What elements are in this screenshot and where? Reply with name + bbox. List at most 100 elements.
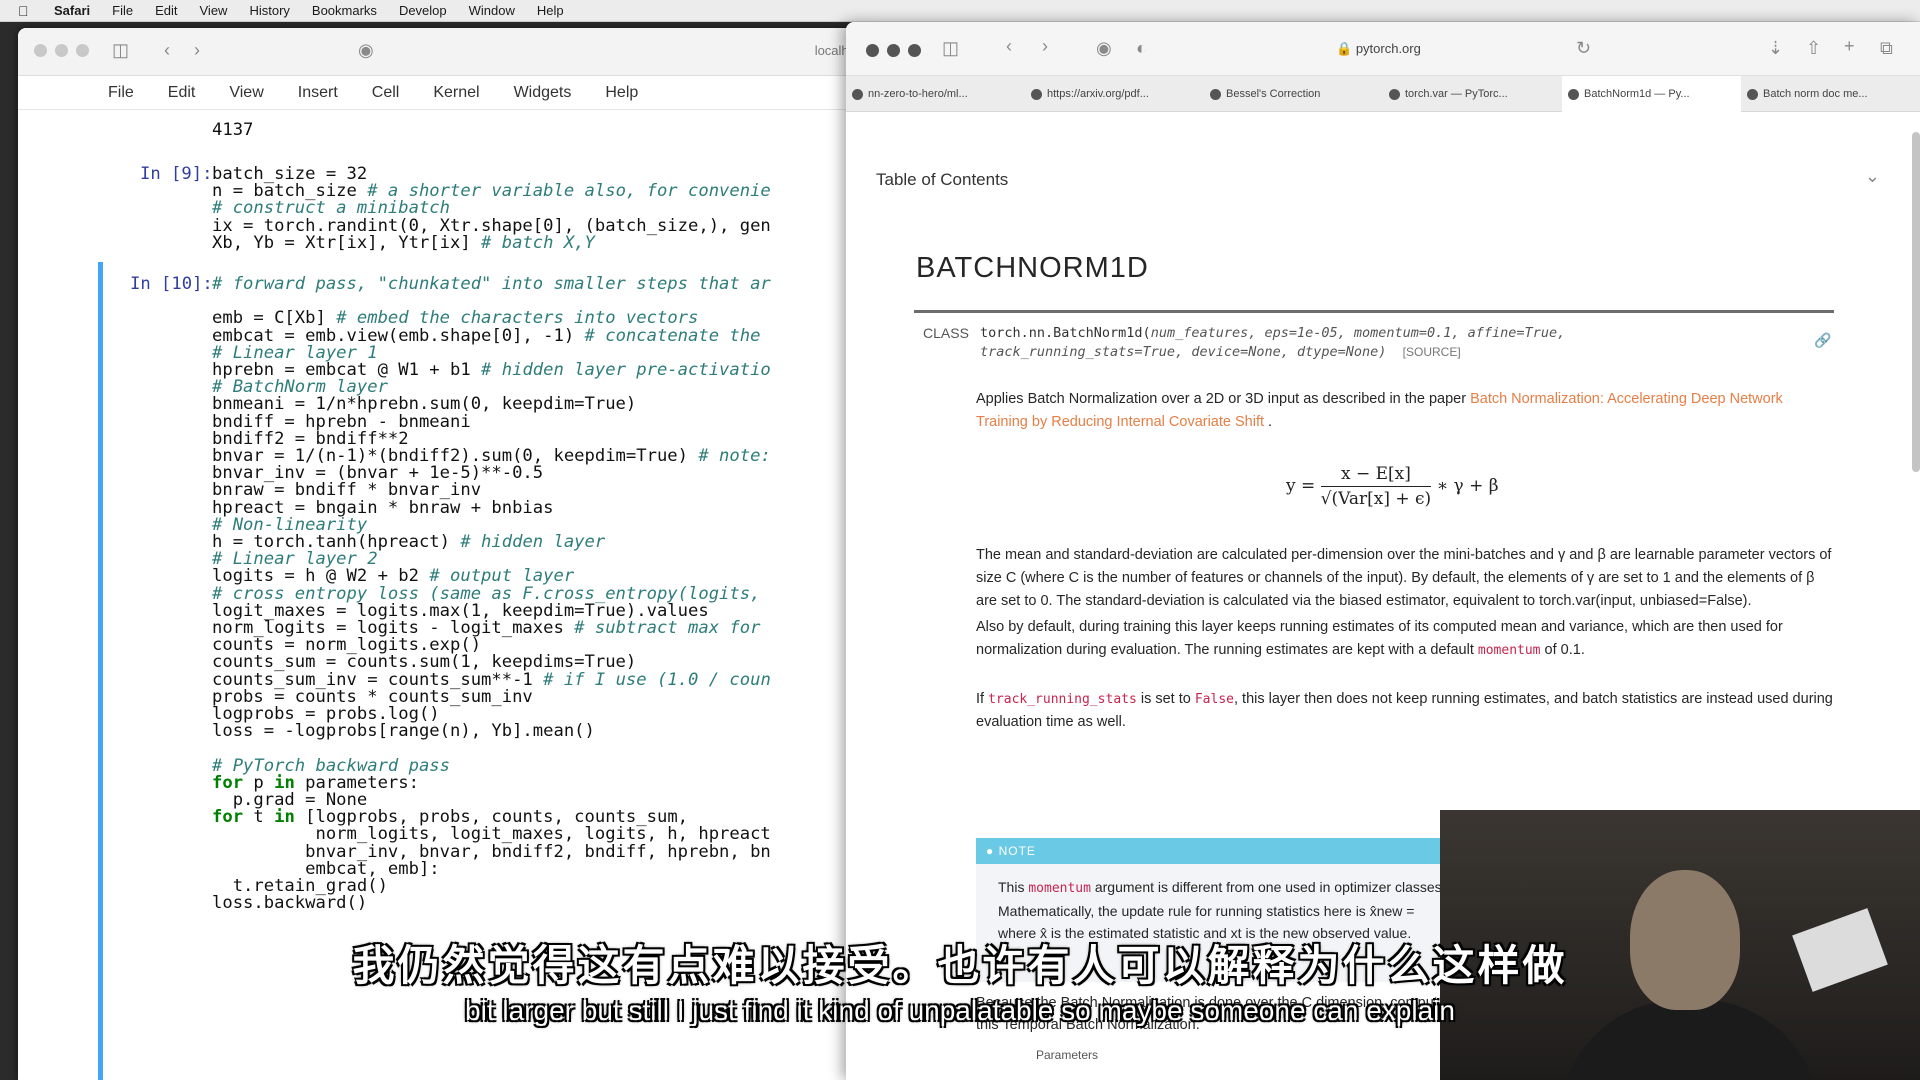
menu-item[interactable]: Develop: [399, 3, 447, 18]
menu-item[interactable]: View: [200, 3, 228, 18]
paragraph-running-estimates: Also by default, during training this la…: [976, 616, 1836, 662]
jupyter-toolbar: ◫ ‹ › ◉ localhost: [18, 28, 878, 76]
tab-bessel[interactable]: Bessel's Correction: [1204, 88, 1383, 100]
cell-prompt: In [9]:: [140, 164, 213, 184]
close-button[interactable]: [34, 44, 47, 57]
menu-item[interactable]: Edit: [155, 3, 177, 18]
tab-bar: nn-zero-to-hero/ml... https://arxiv.org/…: [846, 75, 1920, 112]
code-comment: # forward pass, "chunkated" into smaller…: [212, 274, 771, 294]
nb-menu-kernel[interactable]: Kernel: [433, 84, 479, 102]
text: of 0.1.: [1540, 642, 1585, 658]
code-line: Xb, Yb = Xtr[ix], Ytr[ix] # batch X,Y: [212, 233, 595, 254]
tabs-overview-icon[interactable]: ⧉: [1880, 38, 1893, 59]
code-comment: # note:: [698, 446, 771, 466]
formula-lhs: y =: [1286, 476, 1321, 496]
nb-menu-cell[interactable]: Cell: [372, 84, 400, 102]
paragraph-mean-std: The mean and standard-deviation are calc…: [976, 547, 1832, 609]
code-line: loss = -logprobs[range(n), Yb].mean(): [212, 721, 595, 742]
inline-code: momentum: [1028, 881, 1091, 896]
sidebar-icon[interactable]: ◫: [112, 40, 129, 61]
signature-fn: torch.nn.BatchNorm1d(: [980, 325, 1151, 341]
back-icon[interactable]: ‹: [1006, 36, 1012, 57]
forward-icon[interactable]: ›: [194, 40, 200, 61]
code-line: # forward pass, "chunkated" into smaller…: [212, 274, 771, 295]
code-text: loss.backward(): [212, 893, 368, 914]
code-comment: # concatenate the: [584, 325, 761, 346]
code-comment: # if I use (1.0 / coun: [543, 669, 771, 690]
menu-app[interactable]: Safari: [54, 3, 90, 18]
menu-item[interactable]: File: [112, 3, 133, 18]
tab-batchnorm1d[interactable]: BatchNorm1d — Py...: [1562, 75, 1741, 112]
address-bar[interactable]: 🔒 pytorch.org: [1336, 41, 1421, 57]
code-text: loss = -logprobs[range(n), Yb].mean(): [212, 721, 595, 742]
title-rule: [914, 310, 1834, 313]
code-comment: # subtract max for: [574, 618, 761, 638]
close-button[interactable]: [866, 44, 879, 57]
menu-item[interactable]: History: [249, 3, 289, 18]
nb-menu-widgets[interactable]: Widgets: [514, 84, 572, 102]
minimize-button[interactable]: [55, 44, 68, 57]
code-comment: # hidden layer pre-activatio: [481, 360, 771, 380]
text: This: [998, 879, 1029, 895]
class-signature: torch.nn.BatchNorm1d(num_features, eps=1…: [980, 325, 1565, 341]
sidebar-icon[interactable]: ◫: [942, 38, 959, 59]
code-line: loss.backward(): [212, 893, 367, 914]
privacy-icon[interactable]: ◉: [358, 40, 374, 61]
nb-menu-file[interactable]: File: [108, 84, 134, 102]
url-text: pytorch.org: [1355, 41, 1421, 56]
link-icon[interactable]: 🔗: [1814, 332, 1831, 349]
nb-menu-help[interactable]: Help: [605, 84, 638, 102]
tab-nn-zero-to-hero[interactable]: nn-zero-to-hero/ml...: [846, 88, 1025, 100]
safari-toolbar: ◫ ‹ › ◉ ◐ 🔒 pytorch.org ↻ ⇣ ⇧ + ⧉: [846, 22, 1920, 76]
class-label: CLASS: [923, 325, 969, 341]
nb-menu-view[interactable]: View: [229, 84, 263, 102]
notebook-menu: File Edit View Insert Cell Kernel Widget…: [18, 76, 878, 110]
page-title: BATCHNORM1D: [916, 252, 1149, 284]
table-of-contents[interactable]: Table of Contents: [876, 170, 1008, 190]
text: .: [1264, 414, 1273, 430]
privacy-icon[interactable]: ◉: [1096, 38, 1112, 59]
tab-batchnorm-doc[interactable]: Batch norm doc me...: [1741, 88, 1920, 100]
text: is set to: [1136, 691, 1195, 707]
text: If: [976, 691, 989, 707]
forward-icon[interactable]: ›: [1042, 36, 1048, 57]
subtitle-english: bit larger but still I just find it kind…: [465, 995, 1455, 1026]
shield-icon[interactable]: ◐: [1136, 38, 1147, 59]
window-controls: [866, 44, 921, 57]
menu-item[interactable]: Bookmarks: [312, 3, 377, 18]
formula-tail: ∗ γ + β: [1436, 476, 1499, 496]
formula: y = x − E[x] √(Var[x] + ϵ) ∗ γ + β: [1286, 464, 1499, 509]
window-controls: [34, 44, 89, 57]
formula-numerator: x − E[x]: [1320, 464, 1432, 487]
signature-args: track_running_stats=True, device=None, d…: [980, 344, 1387, 360]
reload-icon[interactable]: ↻: [1576, 38, 1591, 59]
nb-menu-insert[interactable]: Insert: [298, 84, 338, 102]
text: Also by default, during training this la…: [976, 619, 1783, 658]
source-link[interactable]: [SOURCE]: [1403, 345, 1461, 359]
inline-code: False: [1194, 692, 1234, 707]
minimize-button[interactable]: [887, 44, 900, 57]
download-icon[interactable]: ⇣: [1768, 38, 1783, 59]
share-icon[interactable]: ⇧: [1806, 38, 1821, 59]
apple-icon[interactable]: : [18, 3, 40, 19]
signature-args: num_features, eps=1e-05, momentum=0.1, a…: [1150, 325, 1566, 341]
cell-output: 4137: [212, 120, 254, 140]
new-tab-icon[interactable]: +: [1844, 36, 1855, 57]
inline-code: momentum: [1477, 643, 1541, 658]
class-signature-cont: track_running_stats=True, device=None, d…: [980, 344, 1461, 360]
menu-bar:  Safari File Edit View History Bookmark…: [0, 0, 1920, 22]
menu-item[interactable]: Help: [537, 3, 564, 18]
paragraph-track-running: If track_running_stats is set to False, …: [976, 688, 1836, 734]
tab-torch-var[interactable]: torch.var — PyTorc...: [1383, 88, 1562, 100]
chevron-down-icon[interactable]: ⌄: [1865, 166, 1880, 187]
zoom-button[interactable]: [908, 44, 921, 57]
zoom-button[interactable]: [76, 44, 89, 57]
cell-prompt: In [10]:: [130, 274, 213, 294]
nb-menu-edit[interactable]: Edit: [168, 84, 196, 102]
code-comment: # batch X,Y: [481, 232, 595, 253]
tab-arxiv[interactable]: https://arxiv.org/pdf...: [1025, 88, 1204, 100]
back-icon[interactable]: ‹: [164, 40, 170, 61]
scrollbar[interactable]: [1912, 132, 1920, 472]
menu-item[interactable]: Window: [469, 3, 515, 18]
code-comment: # hidden layer: [460, 532, 606, 552]
